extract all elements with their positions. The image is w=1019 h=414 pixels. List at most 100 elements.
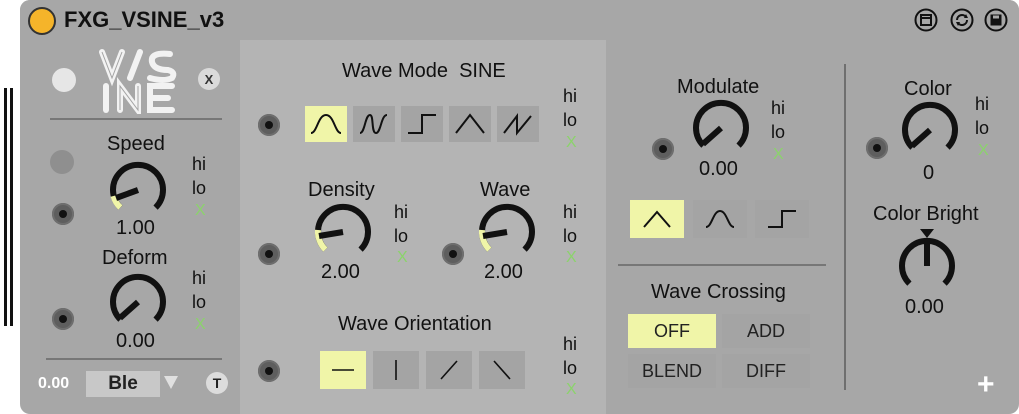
density-mod-jack[interactable] bbox=[258, 243, 280, 265]
wave-panel: Wave Mode SINE hi lo X Density 2.00 hi l… bbox=[240, 40, 606, 414]
crossing-diff-button[interactable]: DIFF bbox=[722, 354, 810, 388]
deform-hilo: hi lo bbox=[192, 266, 206, 314]
triangle-shape-icon bbox=[643, 210, 671, 228]
wave-knob[interactable] bbox=[477, 202, 537, 267]
crossing-blend-label: BLEND bbox=[641, 360, 703, 381]
speed-led bbox=[50, 150, 74, 174]
color-label: Color bbox=[904, 78, 952, 100]
density-lo: lo bbox=[394, 226, 409, 246]
horizontal-orientation-button[interactable] bbox=[320, 351, 366, 389]
speed-hi: hi bbox=[192, 154, 207, 174]
color-bright-label: Color Bright bbox=[873, 203, 979, 225]
deform-label: Deform bbox=[102, 247, 168, 269]
deform-x[interactable]: X bbox=[195, 316, 206, 334]
close-label: X bbox=[204, 71, 214, 87]
deform-hi: hi bbox=[192, 268, 207, 288]
vsine-logo bbox=[98, 48, 180, 119]
modulate-value: 0.00 bbox=[699, 158, 738, 180]
diagonal-down-line-icon bbox=[493, 360, 511, 380]
device-title: FXG_VSINE_v3 bbox=[64, 7, 225, 32]
color-hi: hi bbox=[975, 94, 990, 114]
modulate-mod-jack[interactable] bbox=[652, 138, 674, 160]
color-x[interactable]: X bbox=[978, 142, 989, 160]
speed-hilo: hi lo bbox=[192, 152, 206, 200]
modulate-panel: Modulate 0.00 hi lo X Wave Crossing OFF … bbox=[606, 40, 842, 414]
density-x[interactable]: X bbox=[397, 249, 408, 267]
mod-sine-button[interactable] bbox=[693, 200, 747, 238]
speed-x[interactable]: X bbox=[195, 202, 206, 220]
blend-value[interactable]: 0.00 bbox=[38, 375, 69, 393]
crossing-diff-label: DIFF bbox=[746, 360, 786, 381]
density-label: Density bbox=[308, 179, 375, 201]
wave-mode-x[interactable]: X bbox=[566, 134, 577, 152]
speed-value: 1.00 bbox=[116, 217, 155, 239]
wave-x[interactable]: X bbox=[566, 249, 577, 267]
hot-swap-icon[interactable] bbox=[950, 8, 974, 32]
square-wave-icon bbox=[408, 114, 436, 134]
diagonal-up-line-icon bbox=[440, 360, 458, 380]
mod-triangle-button[interactable] bbox=[630, 200, 684, 238]
density-hi: hi bbox=[394, 202, 409, 222]
orientation-x[interactable]: X bbox=[566, 381, 577, 399]
freeze-icon[interactable] bbox=[914, 8, 938, 32]
color-bright-value: 0.00 bbox=[905, 296, 944, 318]
color-bright-knob[interactable] bbox=[897, 236, 957, 301]
horizontal-line-icon bbox=[332, 369, 354, 371]
square-wave-button[interactable] bbox=[401, 106, 443, 142]
speed-mod-jack[interactable] bbox=[52, 203, 74, 225]
wave-hi: hi bbox=[563, 202, 578, 222]
saw-wave-icon bbox=[503, 113, 532, 136]
modulate-knob[interactable] bbox=[691, 98, 751, 163]
device-on-toggle[interactable] bbox=[28, 7, 56, 35]
wave-mode-label: Wave Mode bbox=[342, 60, 448, 82]
diagonal-up-orientation-button[interactable] bbox=[426, 351, 472, 389]
modulate-label: Modulate bbox=[677, 76, 760, 98]
chevron-down-icon[interactable] bbox=[164, 376, 178, 389]
sine-wave-icon bbox=[310, 113, 342, 134]
vertical-orientation-button[interactable] bbox=[373, 351, 419, 389]
wave-orientation-title: Wave Orientation bbox=[338, 313, 492, 335]
divider bbox=[618, 264, 826, 266]
close-button[interactable]: X bbox=[198, 68, 220, 90]
power-led[interactable] bbox=[52, 68, 76, 92]
wave-mod-jack[interactable] bbox=[442, 243, 464, 265]
add-button[interactable]: + bbox=[977, 370, 995, 400]
crossing-add-button[interactable]: ADD bbox=[722, 314, 810, 348]
color-hilo: hi lo bbox=[975, 92, 989, 140]
modulate-hilo: hi lo bbox=[771, 96, 785, 144]
speed-knob[interactable] bbox=[108, 160, 168, 225]
s-curve-wave-icon bbox=[359, 113, 388, 135]
color-panel: Color 0 hi lo X Color Bright 0.00 + bbox=[846, 40, 1019, 414]
wave-mode-hilo: hi lo bbox=[563, 84, 577, 132]
wave-mode-mod-jack[interactable] bbox=[258, 114, 280, 136]
color-knob[interactable] bbox=[900, 100, 960, 165]
deform-knob[interactable] bbox=[108, 272, 168, 337]
device-title-bar[interactable]: FXG_VSINE_v3 bbox=[20, 0, 1019, 40]
deform-mod-jack[interactable] bbox=[52, 308, 74, 330]
blend-mode-select[interactable]: Ble bbox=[86, 371, 160, 397]
saw-wave-button[interactable] bbox=[497, 106, 539, 142]
modulate-x[interactable]: X bbox=[773, 146, 784, 164]
diagonal-down-orientation-button[interactable] bbox=[479, 351, 525, 389]
crossing-blend-button[interactable]: BLEND bbox=[628, 354, 716, 388]
s-curve-wave-button[interactable] bbox=[353, 106, 395, 142]
divider bbox=[50, 118, 222, 120]
density-knob[interactable] bbox=[313, 202, 373, 267]
save-preset-icon[interactable] bbox=[984, 8, 1008, 32]
orientation-mod-jack[interactable] bbox=[258, 360, 280, 382]
modulate-hi: hi bbox=[771, 98, 786, 118]
wave-value: 2.00 bbox=[484, 261, 523, 283]
orientation-hilo: hi lo bbox=[563, 332, 577, 380]
plus-icon: + bbox=[977, 368, 995, 401]
crossing-off-button[interactable]: OFF bbox=[628, 314, 716, 348]
wave-label: Wave bbox=[480, 179, 531, 201]
sine-wave-button[interactable] bbox=[305, 106, 347, 142]
mod-square-button[interactable] bbox=[755, 200, 809, 238]
triangle-wave-button[interactable] bbox=[449, 106, 491, 142]
deform-lo: lo bbox=[192, 292, 207, 312]
color-mod-jack[interactable] bbox=[866, 137, 888, 159]
wave-mode-value: SINE bbox=[459, 60, 506, 82]
wave-mode-title: Wave Mode SINE bbox=[342, 60, 506, 83]
t-button[interactable]: T bbox=[206, 372, 228, 394]
wave-lo: lo bbox=[563, 226, 578, 246]
